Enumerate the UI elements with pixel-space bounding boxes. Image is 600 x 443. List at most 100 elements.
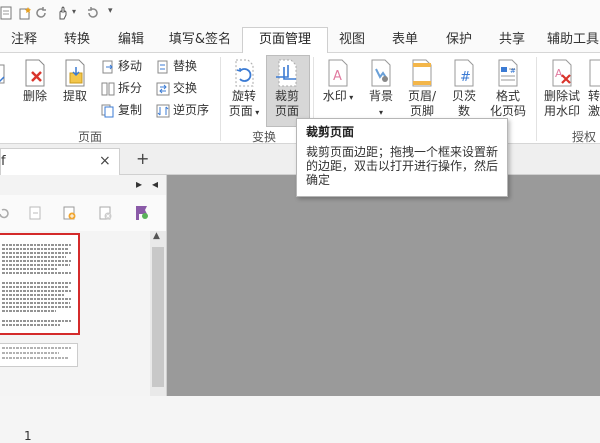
svg-text:A: A bbox=[555, 67, 563, 80]
format-label-line1: 格式 bbox=[495, 89, 520, 103]
crop-label-line1: 裁剪 bbox=[274, 89, 299, 103]
ribbon-tab-bar: 注释 转换 编辑 填写&签名 页面管理 视图 表单 保护 共享 辅助工具 bbox=[0, 27, 600, 54]
remove-watermark-icon: A bbox=[552, 59, 572, 87]
tab-fill-sign[interactable]: 填写&签名 bbox=[160, 28, 240, 52]
tab-page-management[interactable]: 页面管理 bbox=[242, 27, 328, 54]
thumbnail-text-lines bbox=[2, 244, 72, 326]
scroll-up-icon[interactable]: ▲ bbox=[153, 231, 160, 241]
copy-icon bbox=[101, 104, 114, 117]
expand-panel-icon[interactable]: ▸ bbox=[136, 177, 142, 191]
tab-protect[interactable]: 保护 bbox=[434, 28, 484, 52]
background-label: 背景 bbox=[368, 89, 393, 103]
reverse-order-button[interactable]: 逆页序 bbox=[156, 101, 209, 119]
crop-page-icon bbox=[276, 59, 297, 87]
page-thumbnail-panel: ▸ ◂ 1 ▲ bbox=[0, 175, 167, 443]
rotate-page-icon bbox=[235, 59, 254, 87]
bates-number-icon: # bbox=[454, 59, 474, 87]
tooltip-body: 裁剪页面边距；拖拽一个框来设置新的边距，双击以打开进行操作，然后确定 bbox=[306, 145, 499, 187]
reverse-order-icon bbox=[156, 104, 170, 117]
tab-form[interactable]: 表单 bbox=[380, 28, 430, 52]
thumbnail-toolbar bbox=[0, 195, 166, 232]
watermark-label: 水印 bbox=[322, 89, 347, 103]
thumbnail-list: 1 bbox=[0, 231, 150, 443]
ribbon-separator bbox=[220, 57, 221, 141]
remove-page-icon[interactable] bbox=[98, 206, 112, 220]
rotate-label-line1: 旋转 bbox=[231, 89, 256, 103]
tab-share[interactable]: 共享 bbox=[488, 28, 536, 52]
add-page-icon[interactable] bbox=[62, 206, 76, 220]
tab-accessibility[interactable]: 辅助工具 bbox=[540, 28, 600, 52]
remove-watermark-label-line2: 用水印 bbox=[543, 104, 580, 118]
panel-header: ▸ ◂ bbox=[0, 175, 166, 196]
svg-text:#: # bbox=[510, 67, 516, 75]
extract-label: 提取 bbox=[62, 89, 87, 103]
transform-group-label: 变换 bbox=[251, 130, 276, 144]
close-tab-icon[interactable]: × bbox=[99, 153, 111, 169]
delete-page-icon bbox=[25, 59, 45, 87]
rotate-label-line2: 页面 bbox=[228, 104, 253, 118]
extract-page-button[interactable]: 提取 bbox=[58, 59, 92, 104]
background-icon bbox=[371, 59, 391, 87]
format-page-number-icon: # bbox=[498, 59, 518, 87]
replace-icon bbox=[157, 60, 168, 73]
activate-button[interactable]: 转 激 bbox=[588, 59, 600, 119]
move-page-button[interactable]: 移动 bbox=[101, 57, 142, 75]
new-tab-button[interactable]: + bbox=[136, 149, 149, 168]
collapse-panel-icon[interactable]: ◂ bbox=[152, 177, 158, 191]
replace-label: 替换 bbox=[173, 59, 198, 73]
ribbon-separator bbox=[536, 57, 537, 141]
scrollbar-thumb[interactable] bbox=[152, 247, 164, 387]
quick-access-toolbar: ▾ ▾ bbox=[0, 0, 600, 28]
hand-tool-dropdown-icon[interactable]: ▾ bbox=[72, 7, 76, 16]
copy-page-button[interactable]: 复制 bbox=[101, 101, 142, 119]
header-footer-label-line1: 页眉/ bbox=[407, 89, 437, 103]
rotate-page-button[interactable]: 旋转 页面 ▾ bbox=[224, 59, 264, 120]
rotate-thumb-icon[interactable] bbox=[0, 206, 10, 220]
document-view-area[interactable] bbox=[167, 175, 600, 396]
watermark-button[interactable]: A 水印 ▾ bbox=[318, 59, 358, 105]
page-thumbnail[interactable] bbox=[0, 233, 80, 335]
delete-page-button[interactable]: 删除 bbox=[18, 59, 52, 104]
background-dropdown-icon: ▾ bbox=[378, 108, 383, 117]
split-page-button[interactable]: 拆分 bbox=[101, 79, 142, 97]
hand-tool-icon[interactable] bbox=[56, 6, 70, 20]
tab-view[interactable]: 视图 bbox=[330, 28, 374, 52]
header-footer-label-line2: 页脚 bbox=[409, 104, 434, 118]
document-tab-name: f bbox=[1, 154, 6, 169]
swap-page-button[interactable]: 交换 bbox=[156, 79, 197, 97]
watermark-icon: A bbox=[328, 59, 348, 87]
insert-thumb-icon[interactable] bbox=[28, 206, 42, 220]
background-button[interactable]: 背景 ▾ bbox=[361, 59, 401, 120]
format-page-number-button[interactable]: # 格式 化页码 bbox=[486, 59, 530, 119]
extract-page-icon bbox=[65, 59, 85, 87]
page-number-label: 1 bbox=[24, 429, 32, 443]
bates-label-line1: 贝茨 bbox=[451, 89, 476, 103]
bates-label-line2: 数 bbox=[457, 104, 470, 118]
bates-number-button[interactable]: # 贝茨 数 bbox=[444, 59, 484, 119]
remove-trial-watermark-button[interactable]: A 删除试 用水印 bbox=[540, 59, 584, 119]
customize-dropdown-icon[interactable]: ▾ bbox=[108, 6, 113, 16]
tab-edit[interactable]: 编辑 bbox=[106, 28, 156, 52]
remove-watermark-label-line1: 删除试 bbox=[543, 89, 580, 103]
replace-page-button[interactable]: 替换 bbox=[156, 57, 197, 75]
activate-icon bbox=[589, 59, 600, 87]
tab-convert[interactable]: 转换 bbox=[52, 28, 102, 52]
document-icon[interactable] bbox=[0, 6, 14, 20]
page-properties-icon[interactable] bbox=[134, 205, 150, 221]
insert-icon[interactable] bbox=[0, 63, 8, 85]
page-thumbnail-lower[interactable] bbox=[0, 343, 78, 367]
crop-page-button[interactable]: 裁剪 页面 bbox=[267, 59, 307, 119]
copy-label: 复制 bbox=[118, 103, 143, 117]
move-icon bbox=[102, 60, 113, 73]
swap-icon bbox=[156, 82, 170, 95]
swap-label: 交换 bbox=[173, 81, 198, 95]
redo-arrow-icon[interactable] bbox=[34, 6, 48, 20]
split-icon bbox=[101, 82, 115, 95]
new-star-icon[interactable] bbox=[18, 6, 32, 20]
tab-annotate[interactable]: 注释 bbox=[0, 28, 48, 52]
svg-text:A: A bbox=[333, 69, 342, 84]
thumbnail-scrollbar[interactable]: ▲ bbox=[150, 231, 166, 396]
undo-icon[interactable] bbox=[86, 6, 100, 20]
document-tab[interactable]: f × bbox=[0, 148, 120, 175]
header-footer-button[interactable]: 页眉/ 页脚 bbox=[402, 59, 442, 119]
